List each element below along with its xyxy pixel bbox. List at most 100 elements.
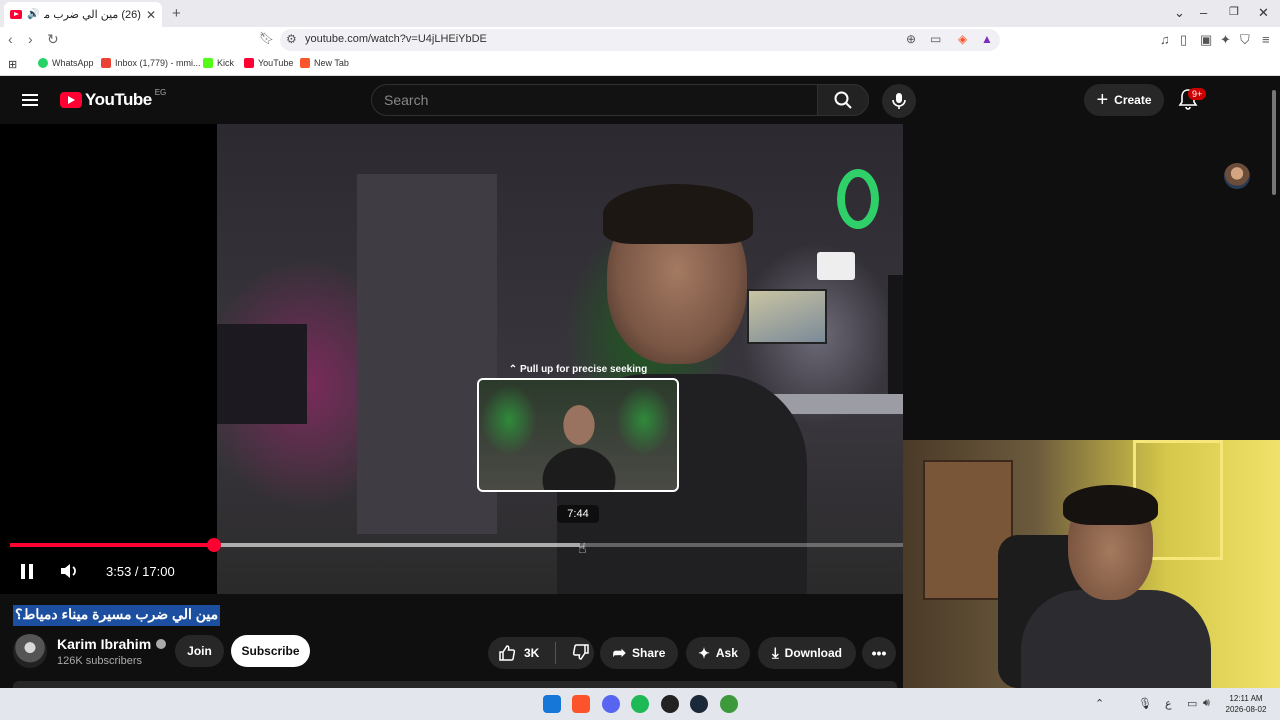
thumbs-down-icon [573, 643, 590, 660]
verified-badge-icon [156, 639, 167, 649]
bookmarks-bar: ⊞ WhatsApp Inbox (1,779) - mmi... Kick Y… [0, 53, 1280, 76]
video-title: مين الي ضرب مسيرة ميناء دمياط؟ [13, 605, 221, 626]
tab-close-icon[interactable]: ✕ [146, 8, 156, 22]
mouse-cursor-icon: ☝︎ [578, 540, 587, 556]
tab-title: (26) مين الي ضرب مسيرة ميناء... [44, 9, 141, 21]
bookmark-new-tab[interactable]: New Tab [300, 58, 349, 68]
windows-taskbar: ⌃ 🎙︎ ع ▭ 🔊︎ 12:11 AM 2026-08-02 [0, 688, 1280, 720]
minimize-icon[interactable]: – [1200, 5, 1207, 20]
brave-icon [300, 58, 310, 68]
wallet-icon[interactable]: ▣ [1200, 32, 1212, 48]
vpn-icon[interactable]: ⛉ [1240, 32, 1250, 48]
network-icon[interactable]: ▭ [1187, 697, 1197, 710]
youtube-icon [244, 58, 254, 68]
page-scrollbar[interactable] [1272, 90, 1276, 195]
windows-start-icon[interactable] [543, 695, 561, 713]
create-button[interactable]: + Create [1084, 84, 1164, 116]
like-dislike-group: 3K [488, 637, 594, 669]
voice-search-button[interactable] [882, 84, 916, 118]
dislike-button[interactable] [572, 643, 590, 664]
back-arrow-icon[interactable]: ‹ [8, 31, 13, 47]
subscribe-button[interactable]: Subscribe [231, 635, 310, 667]
apps-grid-icon[interactable]: ⊞ [8, 58, 17, 71]
kick-icon [203, 58, 213, 68]
time-display: 3:53 / 17:00 [106, 564, 175, 579]
seek-preview-hint: ⌃ Pull up for precise seeking [508, 364, 648, 375]
tray-chevron-up-icon[interactable]: ⌃ [1095, 697, 1104, 710]
tray-microphone-icon[interactable]: 🎙︎ [1138, 697, 1152, 710]
browser-tab-strip: 🔊 (26) مين الي ضرب مسيرة ميناء... ✕ + ⌄ … [0, 0, 1280, 27]
search-icon [834, 91, 852, 109]
reload-icon[interactable]: ↻ [47, 31, 59, 48]
download-button[interactable]: ⤓ Download [758, 637, 856, 669]
search-button[interactable] [817, 84, 869, 116]
played-bar [10, 543, 214, 547]
bookmark-youtube[interactable]: YouTube [244, 58, 293, 68]
leo-ai-icon[interactable]: ✦ [1220, 32, 1231, 48]
sparkle-icon: ✦ [698, 644, 710, 661]
new-tab-button[interactable]: + [172, 5, 181, 22]
bookmark-whatsapp[interactable]: WhatsApp [38, 58, 94, 68]
seek-preview-time: 7:44 [557, 505, 599, 523]
brave-rewards-icon[interactable]: ▲ [981, 32, 993, 46]
join-button[interactable]: Join [175, 635, 224, 667]
like-button[interactable]: 3K [498, 644, 539, 662]
spotify-icon[interactable] [631, 695, 649, 713]
browser-tab-active[interactable]: 🔊 (26) مين الي ضرب مسيرة ميناء... ✕ [4, 2, 162, 27]
address-bar[interactable]: ⚙︎ youtube.com/watch?v=U4jLHEiYbDE ⊕ ▭ ◈… [280, 29, 1000, 51]
bookmark-gmail[interactable]: Inbox (1,779) - mmi... [101, 58, 201, 68]
progress-bar[interactable] [10, 538, 903, 552]
ask-button[interactable]: ✦ Ask [686, 637, 750, 669]
input-language[interactable]: ع [1165, 697, 1172, 710]
double-chevron-up-icon: ⌃ [508, 364, 518, 375]
bookmark-icon[interactable]: 🔖︎ [259, 31, 274, 45]
brave-shields-icon[interactable]: ◈ [958, 32, 967, 46]
discord-icon[interactable] [602, 695, 620, 713]
channel-name-link[interactable]: Karim Ibrahim [57, 636, 167, 652]
hamburger-menu-icon[interactable] [22, 94, 38, 106]
volume-button[interactable] [60, 562, 80, 585]
sidebar-icon[interactable]: ▯ [1180, 32, 1187, 48]
account-avatar[interactable] [1224, 163, 1250, 189]
volume-icon [61, 564, 76, 578]
browser-menu-icon[interactable]: ≡ [1262, 32, 1270, 47]
youtube-favicon-icon [10, 10, 22, 19]
forward-arrow-icon[interactable]: › [28, 31, 33, 47]
scrubber-knob[interactable] [206, 538, 221, 552]
tray-volume-icon[interactable]: 🔊︎ [1203, 697, 1210, 710]
microphone-icon [892, 93, 906, 109]
more-actions-button[interactable]: ••• [862, 637, 896, 669]
search-input[interactable] [372, 85, 817, 115]
share-arrow-icon: ➦ [612, 645, 627, 662]
notification-badge: 9+ [1188, 88, 1207, 100]
youtube-logo[interactable]: YouTube EG [60, 88, 166, 110]
steam-icon[interactable] [690, 695, 708, 713]
address-url[interactable]: youtube.com/watch?v=U4jLHEiYbDE [305, 33, 487, 45]
gmail-icon [101, 58, 111, 68]
media-icon[interactable]: ♫ [1160, 32, 1170, 47]
youtube-masthead: YouTube EG + Create [0, 76, 1280, 189]
app-globe-icon[interactable] [720, 695, 738, 713]
zoom-icon[interactable]: ⊕ [906, 32, 916, 46]
site-settings-icon[interactable]: ⚙︎ [286, 32, 297, 46]
search-box [371, 84, 818, 116]
speaker-icon[interactable]: 🔊 [27, 9, 39, 20]
pause-icon[interactable] [20, 564, 34, 579]
seek-preview-thumbnail [477, 378, 679, 492]
more-horizontal-icon: ••• [871, 645, 887, 661]
obs-icon[interactable] [661, 695, 679, 713]
taskbar-clock[interactable]: 12:11 AM 2026-08-02 [1218, 693, 1274, 715]
download-icon: ⤓ [772, 644, 779, 662]
brave-browser-icon[interactable] [572, 695, 590, 713]
maximize-icon[interactable]: ❐ [1229, 5, 1239, 18]
bookmark-kick[interactable]: Kick [203, 58, 234, 68]
tab-search-chevron-icon[interactable]: ⌄ [1174, 5, 1185, 21]
description-box[interactable] [13, 681, 897, 688]
cast-icon[interactable]: ▭ [930, 32, 941, 46]
window-close-icon[interactable]: ✕ [1258, 5, 1269, 21]
channel-avatar[interactable] [13, 634, 47, 668]
share-button[interactable]: ➦ Share [600, 637, 678, 669]
video-player[interactable]: ⌃ Pull up for precise seeking 7:44 3:53 … [0, 124, 903, 594]
video-frame [217, 124, 903, 594]
browser-toolbar: ‹ › ↻ 🔖︎ ⚙︎ youtube.com/watch?v=U4jLHEiY… [0, 27, 1280, 53]
